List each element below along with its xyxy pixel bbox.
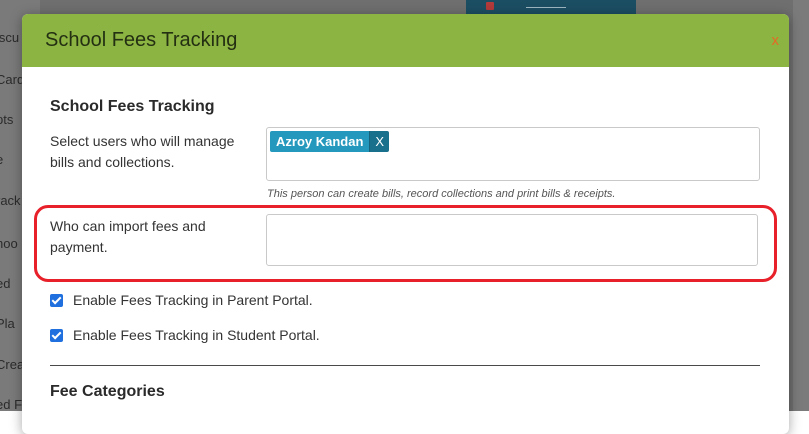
fees-tracking-modal: School Fees Tracking x School Fees Track… xyxy=(22,14,789,434)
managers-label: Select users who will manage bills and c… xyxy=(50,133,235,170)
background-sidebar-item: iscu xyxy=(0,30,20,45)
import-label: Who can import fees and payment. xyxy=(50,218,206,255)
selected-user-name: Azroy Kandan xyxy=(270,131,370,152)
parent-portal-option[interactable]: Enable Fees Tracking in Parent Portal. xyxy=(50,292,313,308)
close-icon[interactable]: x xyxy=(772,33,780,48)
selected-user-chip: Azroy Kandan X xyxy=(270,131,390,152)
background-sidebar-item: hoo xyxy=(0,236,18,251)
background-tab-line xyxy=(526,7,566,8)
managers-hint: This person can create bills, record col… xyxy=(267,188,616,200)
background-sidebar-item: Pla xyxy=(0,316,15,331)
section-title-fee-categories: Fee Categories xyxy=(50,383,165,400)
parent-portal-checkbox[interactable] xyxy=(50,293,63,307)
import-users-input[interactable] xyxy=(266,214,758,266)
modal-header: School Fees Tracking x xyxy=(22,14,789,67)
modal-title: School Fees Tracking xyxy=(45,29,238,51)
student-portal-checkbox[interactable] xyxy=(50,328,63,342)
student-portal-option[interactable]: Enable Fees Tracking in Student Portal. xyxy=(50,327,320,343)
background-sidebar-item: rack xyxy=(0,193,21,208)
background-sidebar-item: Card xyxy=(0,72,25,87)
parent-portal-label: Enable Fees Tracking in Parent Portal. xyxy=(73,292,313,308)
section-divider xyxy=(50,365,760,366)
background-sidebar-item: e xyxy=(0,152,3,167)
section-title-fees-tracking: School Fees Tracking xyxy=(50,98,215,115)
remove-user-button[interactable]: X xyxy=(369,131,390,152)
background-tab xyxy=(466,0,636,14)
managers-select-input[interactable]: Azroy Kandan X xyxy=(266,127,760,181)
background-sidebar-item: pts xyxy=(0,112,14,127)
background-sidebar-item: ed F xyxy=(0,397,23,411)
background-sidebar-item: Crea xyxy=(0,357,25,372)
background-right-panel xyxy=(793,0,809,411)
background-sidebar-item: ed xyxy=(0,276,11,291)
background-tab-icon xyxy=(486,2,494,10)
student-portal-label: Enable Fees Tracking in Student Portal. xyxy=(73,327,320,343)
